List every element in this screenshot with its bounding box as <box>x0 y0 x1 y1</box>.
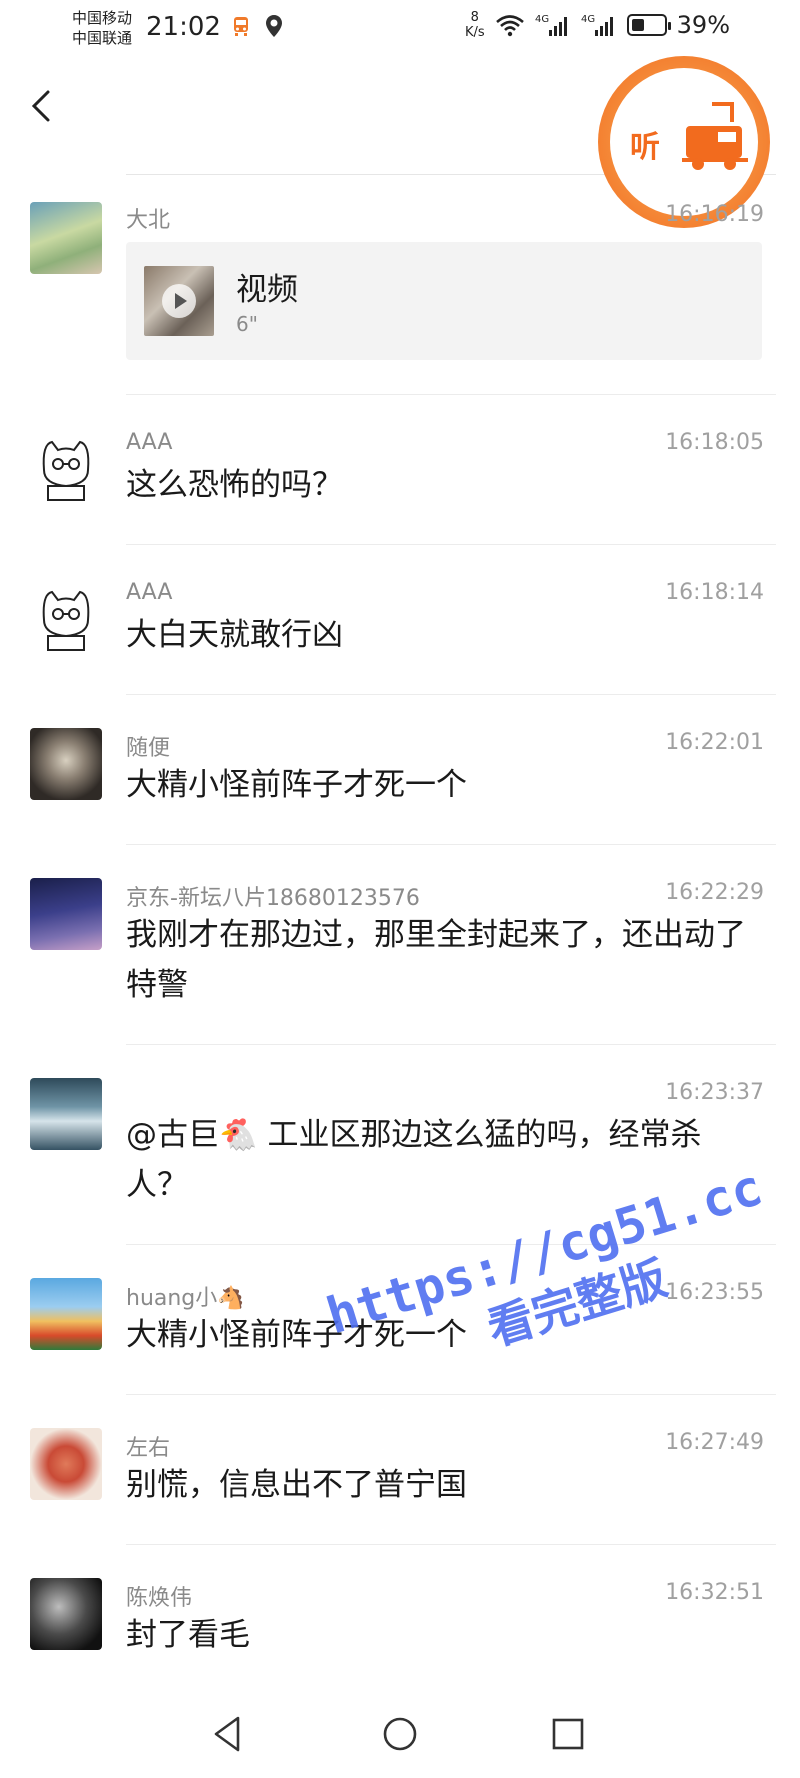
nav-home-icon <box>383 1717 417 1751</box>
signal-icon-1: 4G <box>535 14 567 36</box>
carrier-labels: 中国移动 中国联通 <box>72 8 132 48</box>
network-speed: 8 K/s <box>464 10 485 40</box>
divider <box>126 1394 776 1395</box>
message-time: 16:18:05 <box>665 430 764 455</box>
battery-icon <box>626 14 671 36</box>
video-message[interactable]: 视频 6" <box>126 242 762 360</box>
sender-name[interactable]: AAA <box>126 580 172 605</box>
avatar[interactable] <box>30 202 102 274</box>
divider <box>126 1544 776 1545</box>
video-thumbnail <box>144 266 214 336</box>
cat-avatar-icon[interactable] <box>30 580 102 652</box>
sender-name[interactable]: AAA <box>126 430 172 455</box>
video-title: 视频 <box>236 272 298 308</box>
nav-back-icon <box>214 1716 240 1752</box>
listen-truck-icon <box>682 102 748 170</box>
back-icon <box>31 90 50 122</box>
sender-name[interactable]: 左右 <box>126 1430 170 1462</box>
avatar[interactable] <box>30 1428 102 1500</box>
sender-name[interactable]: 随便 <box>126 730 170 762</box>
signal-icon-2: 4G <box>581 14 613 36</box>
nav-home-button[interactable] <box>378 1712 422 1756</box>
message-text[interactable]: 这么恐怖的吗？ <box>126 460 746 510</box>
video-duration: 6" <box>236 312 258 336</box>
message-time: 16:27:49 <box>665 1430 764 1455</box>
sender-name[interactable]: 大北 <box>126 202 170 234</box>
nav-back-button[interactable] <box>206 1712 250 1756</box>
sender-name[interactable]: huang小🐴 <box>126 1280 245 1312</box>
battery-level <box>631 19 644 31</box>
message-text[interactable]: 大精小怪前阵子才死一个 <box>126 760 746 810</box>
avatar[interactable] <box>30 1278 102 1350</box>
avatar[interactable] <box>30 878 102 950</box>
sender-name[interactable]: 陈焕伟 <box>126 1580 192 1612</box>
sender-name[interactable]: 京东-新坛八片18680123576 <box>126 880 420 912</box>
message-time: 16:22:29 <box>665 880 764 905</box>
divider <box>126 1044 776 1045</box>
avatar[interactable] <box>30 1078 102 1150</box>
status-right-icons: 8 K/s 4G 4G 39% <box>465 10 730 40</box>
message-time: 16:16:19 <box>665 202 764 227</box>
back-button[interactable] <box>24 84 64 128</box>
message-time: 16:18:14 <box>665 580 764 605</box>
message-time: 16:23:37 <box>665 1080 764 1105</box>
nav-recents-button[interactable] <box>546 1712 590 1756</box>
transit-icon <box>234 17 248 36</box>
system-nav-bar <box>0 1690 800 1778</box>
wifi-icon <box>495 15 524 37</box>
divider <box>126 844 776 845</box>
divider <box>126 694 776 695</box>
carrier-1: 中国移动 <box>72 9 133 27</box>
battery-percent: 39% <box>676 11 730 39</box>
status-bar: 中国移动 中国联通 21:02 8 K/s 4G 4G 39% <box>0 0 800 60</box>
divider <box>126 394 776 395</box>
cat-avatar-icon[interactable] <box>30 430 102 502</box>
avatar[interactable] <box>30 1578 102 1650</box>
message-text[interactable]: 封了看毛 <box>126 1610 746 1660</box>
listen-label: 听 <box>630 130 660 165</box>
message-text[interactable]: 别慌，信息出不了普宁国 <box>126 1460 746 1510</box>
play-icon <box>162 284 196 318</box>
status-left-icons <box>232 14 284 38</box>
message-text[interactable]: 大白天就敢行凶 <box>126 610 746 660</box>
status-time: 21:02 <box>146 12 221 42</box>
message-time: 16:22:01 <box>665 730 764 755</box>
divider <box>126 544 776 545</box>
location-icon <box>266 15 282 37</box>
message-time: 16:32:51 <box>665 1580 764 1605</box>
carrier-2: 中国联通 <box>72 29 133 47</box>
nav-recents-icon <box>552 1718 584 1750</box>
avatar[interactable] <box>30 728 102 800</box>
message-text[interactable]: 我刚才在那边过，那里全封起来了，还出动了特警 <box>126 910 746 1010</box>
svg-text:4G: 4G <box>581 14 595 25</box>
svg-text:4G: 4G <box>535 14 549 25</box>
